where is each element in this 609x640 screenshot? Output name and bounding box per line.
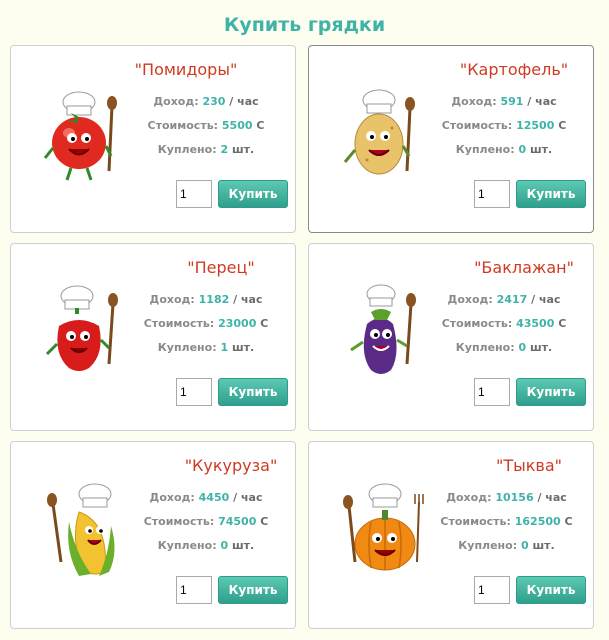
income-line: Доход: 591 / час: [451, 95, 557, 108]
pumpkin-chef-icon: [337, 482, 427, 582]
bed-card-tomato: "Помидоры" Доход: 230 / час Стоимость: 5…: [10, 45, 296, 233]
quantity-input[interactable]: [474, 180, 510, 208]
bed-name: "Тыква": [495, 456, 563, 475]
buy-button[interactable]: Купить: [218, 576, 288, 604]
bed-card-potato: "Картофель" Доход: 591 / час Стоимость: …: [308, 45, 594, 233]
cost-line: Стоимость: 12500 С: [441, 119, 567, 132]
bought-line: Куплено: 2 шт.: [157, 143, 255, 156]
cost-line: Стоимость: 74500 С: [143, 515, 269, 528]
buy-button[interactable]: Купить: [218, 378, 288, 406]
buy-button[interactable]: Купить: [516, 576, 586, 604]
cost-line: Стоимость: 5500 С: [147, 119, 265, 132]
quantity-input[interactable]: [474, 576, 510, 604]
buy-button[interactable]: Купить: [516, 180, 586, 208]
bed-name: "Кукуруза": [184, 456, 278, 475]
income-line: Доход: 10156 / час: [446, 491, 567, 504]
income-line: Доход: 2417 / час: [447, 293, 561, 306]
bed-name: "Баклажан": [474, 258, 574, 277]
bed-card-eggplant: "Баклажан" Доход: 2417 / час Стоимость: …: [308, 243, 594, 431]
bought-line: Куплено: 0 шт.: [455, 341, 553, 354]
potato-chef-icon: [337, 86, 427, 186]
buy-button[interactable]: Купить: [516, 378, 586, 406]
buy-button[interactable]: Купить: [218, 180, 288, 208]
bought-line: Куплено: 0 шт.: [157, 539, 255, 552]
tomato-chef-icon: [39, 86, 129, 186]
eggplant-chef-icon: [337, 284, 427, 384]
quantity-input[interactable]: [176, 378, 212, 406]
bed-card-pepper: "Перец" Доход: 1182 / час Стоимость: 230…: [10, 243, 296, 431]
bed-card-corn: "Кукуруза" Доход: 4450 / час Стоимость: …: [10, 441, 296, 629]
bought-line: Куплено: 1 шт.: [157, 341, 255, 354]
bed-name: "Картофель": [459, 60, 569, 79]
income-line: Доход: 4450 / час: [149, 491, 263, 504]
cost-line: Стоимость: 43500 С: [441, 317, 567, 330]
corn-chef-icon: [39, 482, 129, 582]
quantity-input[interactable]: [176, 180, 212, 208]
cost-line: Стоимость: 23000 С: [143, 317, 269, 330]
income-line: Доход: 1182 / час: [149, 293, 263, 306]
bed-card-pumpkin: "Тыква" Доход: 10156 / час Стоимость: 16…: [308, 441, 594, 629]
bed-name: "Перец": [187, 258, 255, 277]
quantity-input[interactable]: [474, 378, 510, 406]
income-line: Доход: 230 / час: [153, 95, 259, 108]
cost-line: Стоимость: 162500 С: [440, 515, 573, 528]
bought-line: Куплено: 0 шт.: [458, 539, 555, 552]
bed-name: "Помидоры": [134, 60, 238, 79]
page-title: Купить грядки: [223, 14, 386, 36]
pepper-chef-icon: [39, 284, 129, 384]
bought-line: Куплено: 0 шт.: [455, 143, 553, 156]
quantity-input[interactable]: [176, 576, 212, 604]
